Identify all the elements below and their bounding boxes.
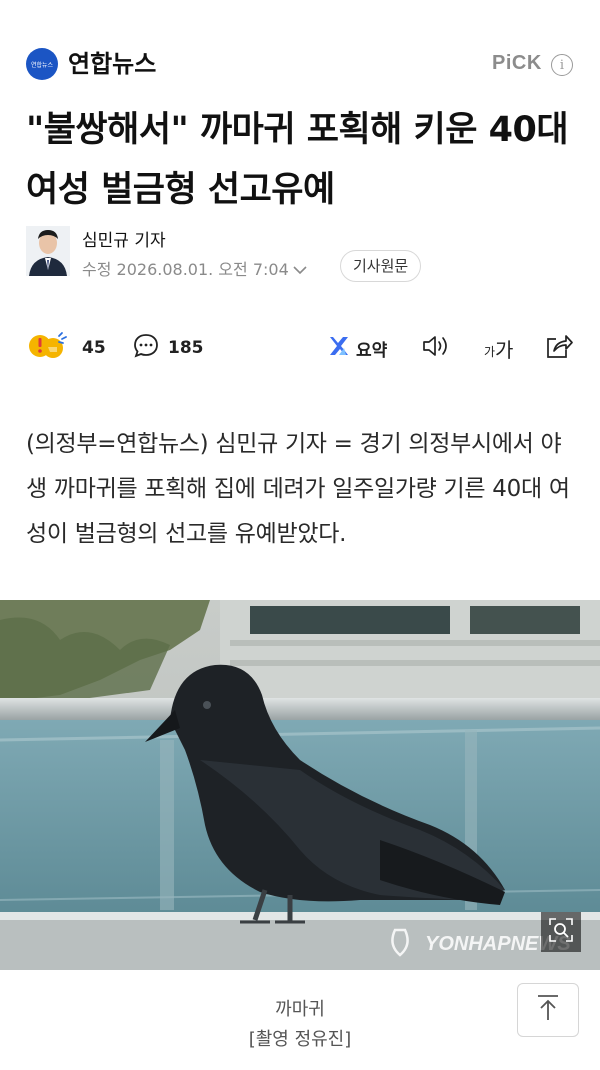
speaker-icon [420,332,452,364]
reaction-count: 45 [82,338,106,358]
sparkle-summary-icon [326,334,350,362]
comment-icon [132,332,160,364]
summary-button[interactable]: 요약 [326,326,387,370]
article-lead: (의정부=연합뉴스) 심민규 기자 = 경기 의정부시에서 야생 까마귀를 포획… [26,431,570,547]
date-text: 수정 2026.08.01. 오전 7:04 [82,260,289,279]
summary-label: 요약 [356,340,388,361]
zoom-button[interactable] [541,912,581,952]
info-circle-icon[interactable]: i [551,54,573,76]
press-name[interactable]: 연합뉴스 [68,48,156,80]
scroll-to-top-button[interactable] [517,983,579,1037]
reporter-avatar[interactable] [26,226,70,276]
text-to-speech-button[interactable] [420,326,452,370]
press-logo[interactable]: 연합뉴스 [26,48,58,80]
font-small-label: 가 [484,344,496,359]
pick-label: PiCK [492,52,542,74]
article-photo[interactable]: YONHAPNEWS [0,600,600,970]
article-headline: "불쌍해서" 까마귀 포획해 키운 40대 여성 벌금형 선고유예 [26,110,569,210]
action-bar: 45 185 요약 가 가 [0,326,600,370]
press-logo-text: 연합뉴스 [30,61,54,69]
font-size-button[interactable]: 가 가 [484,326,513,370]
chevron-down-icon [293,260,307,279]
font-large-label: 가 [495,337,514,362]
caption-title: 까마귀 [275,999,325,1020]
arrow-up-icon [536,994,560,1026]
magnify-icon [548,917,574,947]
comment-count: 185 [168,338,204,358]
article-date[interactable]: 수정 2026.08.01. 오전 7:04 [82,256,307,280]
reporter-name[interactable]: 심민규 기자 [82,226,166,251]
share-icon [544,332,574,364]
original-article-button[interactable]: 기사원문 [340,250,422,282]
share-button[interactable] [544,326,574,370]
photo-caption: 까마귀 [촬영 정유진] [0,995,600,1055]
caption-credit: [촬영 정유진] [248,1029,352,1050]
comment-button[interactable]: 185 [132,326,204,370]
reaction-emoji-icon [26,330,76,366]
reaction-button[interactable]: 45 [26,326,106,370]
